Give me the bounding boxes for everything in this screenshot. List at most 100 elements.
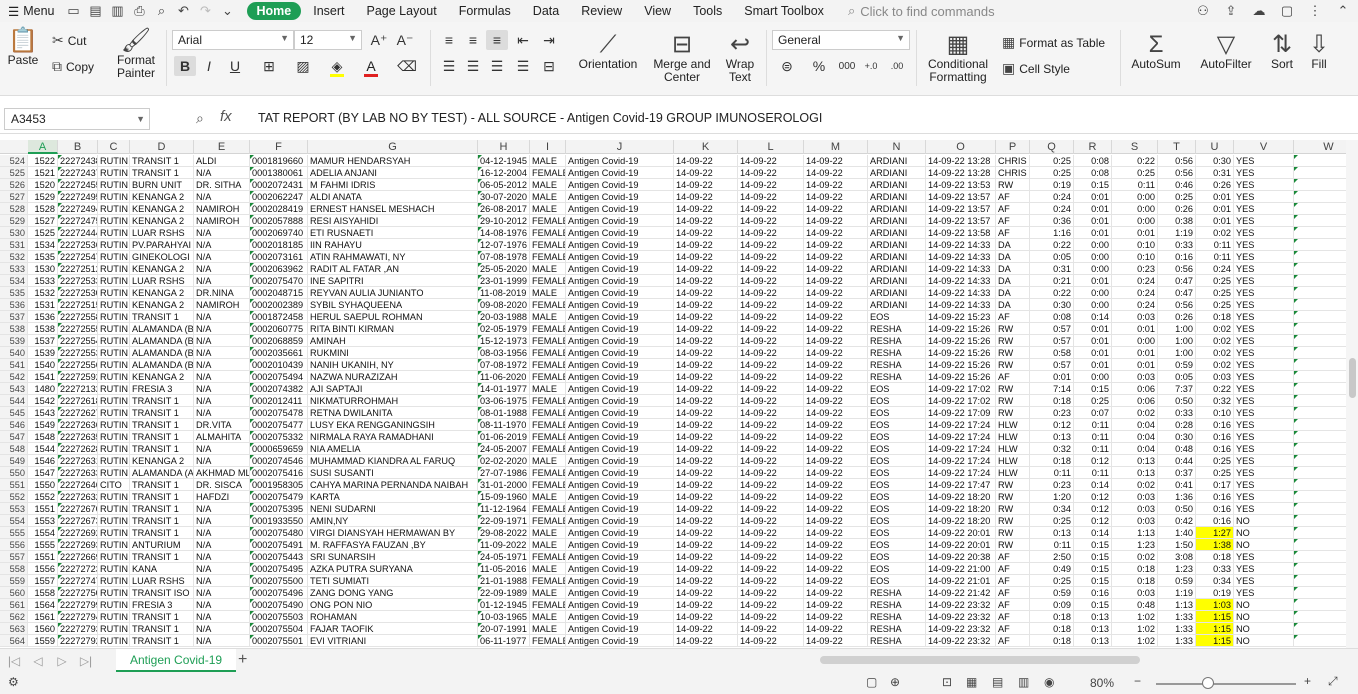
cell-q[interactable]: 0:05 bbox=[1030, 251, 1074, 263]
cell-t[interactable]: 1:00 bbox=[1158, 335, 1196, 347]
cell-i[interactable]: FEMALE bbox=[530, 419, 566, 431]
cell-m[interactable]: 14-09-22 bbox=[804, 515, 868, 527]
cell-a[interactable]: 1531 bbox=[28, 299, 58, 311]
cell-t[interactable]: 1:00 bbox=[1158, 347, 1196, 359]
cell-u[interactable]: 0:16 bbox=[1196, 431, 1234, 443]
open-folder-icon[interactable]: ▭ bbox=[63, 1, 85, 21]
cell-w[interactable] bbox=[1294, 203, 1346, 215]
cell-n[interactable]: ARDIANI bbox=[868, 179, 926, 191]
cell-t[interactable]: 0:30 bbox=[1158, 431, 1196, 443]
menu-button[interactable]: ☰ Menu bbox=[0, 4, 63, 19]
cell-j[interactable]: Antigen Covid-19 bbox=[566, 215, 674, 227]
cell-o[interactable]: 14-09-22 23:32 bbox=[926, 611, 996, 623]
cell-w[interactable] bbox=[1294, 599, 1346, 611]
cell-u[interactable]: 1:38 bbox=[1196, 539, 1234, 551]
cell-p[interactable]: AF bbox=[996, 191, 1030, 203]
cell-d[interactable]: TRANSIT 1 bbox=[130, 479, 194, 491]
column-header-r[interactable]: R bbox=[1074, 140, 1112, 154]
cell-f[interactable]: 0002075495 bbox=[250, 563, 308, 575]
cell-r[interactable]: 0:00 bbox=[1074, 251, 1112, 263]
cell-i[interactable]: MALE bbox=[530, 491, 566, 503]
cell-l[interactable]: 14-09-22 bbox=[738, 527, 804, 539]
cell-s[interactable]: 0:23 bbox=[1112, 263, 1158, 275]
thousands-icon[interactable]: 000 bbox=[836, 56, 858, 76]
cell-s[interactable]: 0:25 bbox=[1112, 167, 1158, 179]
cell-a[interactable]: 1535 bbox=[28, 251, 58, 263]
tab-page-layout[interactable]: Page Layout bbox=[357, 2, 447, 20]
cell-b[interactable]: 22272444 bbox=[58, 227, 98, 239]
cell-q[interactable]: 0:23 bbox=[1030, 407, 1074, 419]
cell-f[interactable]: 0002072431 bbox=[250, 179, 308, 191]
cell-b[interactable]: 22272794 bbox=[58, 611, 98, 623]
distributed-icon[interactable]: ⊟ bbox=[538, 56, 560, 76]
cell-a[interactable]: 1527 bbox=[28, 215, 58, 227]
cell-l[interactable]: 14-09-22 bbox=[738, 467, 804, 479]
cell-j[interactable]: Antigen Covid-19 bbox=[566, 443, 674, 455]
cell-q[interactable]: 0:18 bbox=[1030, 623, 1074, 635]
cell-a[interactable]: 1544 bbox=[28, 443, 58, 455]
format-painter-button[interactable]: 🖌 Format Painter bbox=[114, 26, 158, 80]
cell-p[interactable]: AF bbox=[996, 623, 1030, 635]
cell-b[interactable]: 22272669 bbox=[58, 551, 98, 563]
cell-a[interactable]: 1554 bbox=[28, 527, 58, 539]
cell-i[interactable]: FEMALE bbox=[530, 515, 566, 527]
cell-h[interactable]: 01-06-2019 bbox=[478, 431, 530, 443]
column-header-a[interactable]: A bbox=[28, 140, 58, 154]
cell-w[interactable] bbox=[1294, 419, 1346, 431]
cell-l[interactable]: 14-09-22 bbox=[738, 359, 804, 371]
row-header[interactable]: 524 bbox=[0, 155, 28, 167]
cell-l[interactable]: 14-09-22 bbox=[738, 503, 804, 515]
cell-n[interactable]: ARDIANI bbox=[868, 191, 926, 203]
cell-p[interactable]: RW bbox=[996, 527, 1030, 539]
cell-k[interactable]: 14-09-22 bbox=[674, 203, 738, 215]
cell-r[interactable]: 0:14 bbox=[1074, 479, 1112, 491]
cell-p[interactable]: AF bbox=[996, 575, 1030, 587]
row-header[interactable]: 552 bbox=[0, 491, 28, 503]
cell-o[interactable]: 14-09-22 17:24 bbox=[926, 455, 996, 467]
cell-k[interactable]: 14-09-22 bbox=[674, 251, 738, 263]
cell-q[interactable]: 0:08 bbox=[1030, 311, 1074, 323]
row-header[interactable]: 541 bbox=[0, 359, 28, 371]
cell-k[interactable]: 14-09-22 bbox=[674, 443, 738, 455]
cell-v[interactable]: YES bbox=[1234, 443, 1294, 455]
cell-a[interactable]: 1540 bbox=[28, 359, 58, 371]
cell-q[interactable]: 0:57 bbox=[1030, 323, 1074, 335]
cell-b[interactable]: 22272555 bbox=[58, 323, 98, 335]
cell-l[interactable]: 14-09-22 bbox=[738, 203, 804, 215]
cell-e[interactable]: N/A bbox=[194, 383, 250, 395]
cell-d[interactable]: TRANSIT 1 bbox=[130, 311, 194, 323]
indent-increase-icon[interactable]: ⇥ bbox=[538, 30, 560, 50]
cell-m[interactable]: 14-09-22 bbox=[804, 491, 868, 503]
cell-t[interactable]: 0:56 bbox=[1158, 263, 1196, 275]
cell-k[interactable]: 14-09-22 bbox=[674, 419, 738, 431]
cell-t[interactable]: 7:37 bbox=[1158, 383, 1196, 395]
cell-r[interactable]: 0:01 bbox=[1074, 335, 1112, 347]
cell-r[interactable]: 0:01 bbox=[1074, 275, 1112, 287]
cell-u[interactable]: 0:18 bbox=[1196, 311, 1234, 323]
cell-u[interactable]: 0:11 bbox=[1196, 239, 1234, 251]
cell-l[interactable]: 14-09-22 bbox=[738, 335, 804, 347]
cell-c[interactable]: RUTIN bbox=[98, 551, 130, 563]
cell-s[interactable]: 0:04 bbox=[1112, 443, 1158, 455]
cell-w[interactable] bbox=[1294, 623, 1346, 635]
cell-s[interactable]: 0:06 bbox=[1112, 395, 1158, 407]
cell-a[interactable]: 1530 bbox=[28, 263, 58, 275]
cell-t[interactable]: 0:48 bbox=[1158, 443, 1196, 455]
cell-s[interactable]: 0:10 bbox=[1112, 251, 1158, 263]
cell-d[interactable]: TRANSIT 1 bbox=[130, 623, 194, 635]
cell-c[interactable]: CITO bbox=[98, 479, 130, 491]
cell-n[interactable]: EOS bbox=[868, 443, 926, 455]
cell-n[interactable]: EOS bbox=[868, 407, 926, 419]
share-user-icon[interactable]: ⚇ bbox=[1192, 1, 1214, 21]
row-header[interactable]: 556 bbox=[0, 539, 28, 551]
cell-s[interactable]: 0:02 bbox=[1112, 479, 1158, 491]
cell-w[interactable] bbox=[1294, 299, 1346, 311]
cell-d[interactable]: ALAMANDA (B bbox=[130, 323, 194, 335]
cell-j[interactable]: Antigen Covid-19 bbox=[566, 515, 674, 527]
cell-j[interactable]: Antigen Covid-19 bbox=[566, 263, 674, 275]
add-sheet-icon[interactable]: + bbox=[238, 651, 247, 669]
cell-r[interactable]: 0:12 bbox=[1074, 455, 1112, 467]
cell-p[interactable]: HLW bbox=[996, 419, 1030, 431]
fill-button[interactable]: ⇩ Fill bbox=[1304, 30, 1334, 71]
cell-n[interactable]: ARDIANI bbox=[868, 203, 926, 215]
